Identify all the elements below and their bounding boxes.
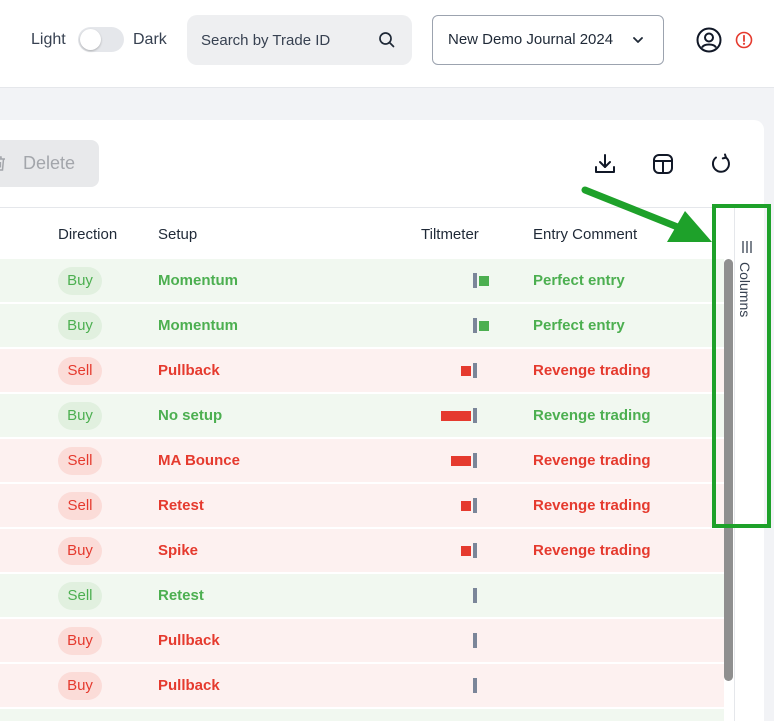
entry-comment-cell: Revenge trading: [533, 497, 651, 514]
annotation-arrow-icon: [581, 186, 712, 242]
direction-badge: Buy: [58, 672, 102, 700]
tiltmeter-center: [473, 453, 477, 468]
setup-cell: No setup: [158, 407, 223, 424]
tiltmeter-center: [473, 588, 477, 603]
entry-comment-cell: Revenge trading: [533, 452, 651, 469]
direction-badge: Sell: [58, 582, 102, 610]
column-header-setup[interactable]: Setup: [158, 226, 197, 243]
tiltmeter: [395, 349, 515, 392]
tiltmeter: [395, 394, 515, 437]
direction-badge: Buy: [58, 267, 102, 295]
tiltmeter-positive-bar: [479, 321, 489, 331]
table-row[interactable]: Buy Momentum Perfect entry: [0, 259, 724, 302]
tiltmeter-center: [473, 318, 477, 333]
annotation-highlight-box: [712, 204, 771, 528]
tiltmeter: [395, 439, 515, 482]
tiltmeter: [395, 709, 515, 721]
direction-badge: Buy: [58, 537, 102, 565]
delete-label: Delete: [23, 153, 76, 173]
tiltmeter: [395, 529, 515, 572]
tiltmeter-center: [473, 408, 477, 423]
tiltmeter-negative-bar: [461, 366, 471, 376]
table-row[interactable]: Buy Spike Revenge trading: [0, 529, 724, 572]
journal-select[interactable]: New Demo Journal 2024: [432, 15, 664, 65]
entry-comment-cell: Revenge trading: [533, 542, 651, 559]
tiltmeter: [395, 664, 515, 707]
tiltmeter-negative-bar: [451, 456, 471, 466]
setup-cell: Pullback: [158, 362, 220, 379]
layout-icon[interactable]: [651, 152, 675, 176]
tiltmeter: [395, 619, 515, 662]
tiltmeter-center: [473, 543, 477, 558]
table-row[interactable]: Buy Momentum Perfect entry: [0, 304, 724, 347]
download-icon[interactable]: [593, 152, 617, 176]
table-row[interactable]: Sell Retest: [0, 574, 724, 617]
direction-badge: Sell: [58, 492, 102, 520]
tiltmeter: [395, 259, 515, 302]
tiltmeter-center: [473, 363, 477, 378]
setup-cell: Retest: [158, 587, 204, 604]
theme-light-label: Light: [31, 31, 66, 48]
setup-cell: Momentum: [158, 317, 238, 334]
table-row[interactable]: [0, 709, 724, 721]
search-icon[interactable]: [377, 30, 397, 50]
direction-badge: Buy: [58, 312, 102, 340]
table-row[interactable]: Sell Pullback Revenge trading: [0, 349, 724, 392]
tiltmeter-negative-bar: [461, 501, 471, 511]
direction-badge: Sell: [58, 357, 102, 385]
tiltmeter-center: [473, 273, 477, 288]
toggle-knob: [80, 29, 101, 50]
setup-cell: Momentum: [158, 272, 238, 289]
table-row[interactable]: Buy No setup Revenge trading: [0, 394, 724, 437]
tiltmeter-center: [473, 678, 477, 693]
tiltmeter-center: [473, 498, 477, 513]
entry-comment-cell: Perfect entry: [533, 317, 625, 334]
tiltmeter-negative-bar: [441, 411, 471, 421]
tiltmeter-center: [473, 633, 477, 648]
setup-cell: MA Bounce: [158, 452, 240, 469]
direction-badge: Sell: [58, 447, 102, 475]
table-row[interactable]: Sell MA Bounce Revenge trading: [0, 439, 724, 482]
column-header-tiltmeter[interactable]: Tiltmeter: [421, 226, 479, 243]
chevron-down-icon: [633, 37, 643, 43]
setup-cell: Pullback: [158, 632, 220, 649]
user-account-icon[interactable]: [696, 27, 722, 53]
direction-badge: Buy: [58, 627, 102, 655]
setup-cell: Retest: [158, 497, 204, 514]
tiltmeter: [395, 574, 515, 617]
tiltmeter-positive-bar: [479, 276, 489, 286]
entry-comment-cell: Revenge trading: [533, 407, 651, 424]
table-row[interactable]: Sell Retest Revenge trading: [0, 484, 724, 527]
theme-toggle[interactable]: [78, 27, 124, 52]
setup-cell: Pullback: [158, 677, 220, 694]
theme-dark-label: Dark: [133, 31, 167, 48]
column-header-direction[interactable]: Direction: [58, 226, 117, 243]
table-row[interactable]: Buy Pullback: [0, 619, 724, 662]
entry-comment-cell: Revenge trading: [533, 362, 651, 379]
setup-cell: Spike: [158, 542, 199, 559]
entry-comment-cell: Perfect entry: [533, 272, 625, 289]
trade-search[interactable]: [187, 15, 412, 65]
tiltmeter: [395, 304, 515, 347]
tiltmeter: [395, 484, 515, 527]
top-header: Light Dark New Demo Journal 2024: [0, 0, 774, 88]
table-row[interactable]: Buy Pullback: [0, 664, 724, 707]
alert-icon[interactable]: [735, 31, 753, 49]
search-input[interactable]: [201, 29, 371, 51]
tiltmeter-negative-bar: [461, 546, 471, 556]
refresh-icon[interactable]: [709, 152, 733, 176]
delete-button[interactable]: Delete: [0, 140, 99, 187]
journal-select-value: New Demo Journal 2024: [448, 31, 614, 48]
trash-icon: [0, 156, 5, 171]
direction-badge: Buy: [58, 402, 102, 430]
